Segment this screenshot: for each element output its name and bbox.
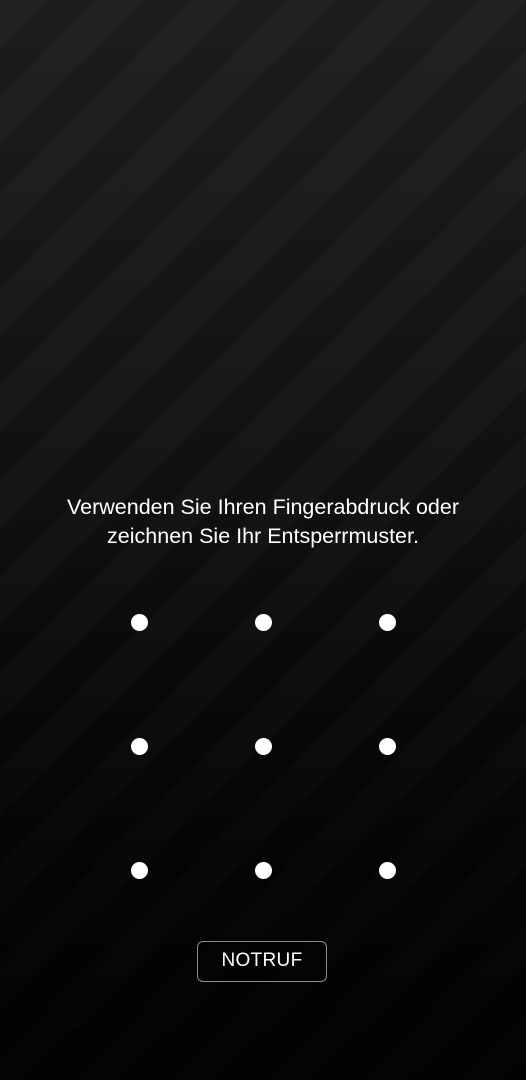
pattern-dot-7[interactable]: [130, 861, 148, 879]
pattern-dot-6[interactable]: [378, 737, 396, 755]
pattern-dot-3[interactable]: [378, 613, 396, 631]
pattern-dot-9[interactable]: [378, 861, 396, 879]
pattern-dot-1[interactable]: [130, 613, 148, 631]
unlock-pattern-grid[interactable]: [77, 560, 449, 932]
pattern-dot-8[interactable]: [254, 861, 272, 879]
emergency-call-button[interactable]: NOTRUF: [197, 941, 327, 982]
pattern-dot-5[interactable]: [254, 737, 272, 755]
unlock-instruction: Verwenden Sie Ihren Fingerabdruck oder z…: [20, 493, 506, 551]
unlock-instruction-line-1: Verwenden Sie Ihren Fingerabdruck oder: [66, 495, 460, 519]
unlock-instruction-line-2: zeichnen Sie Ihr Entsperrmuster.: [107, 524, 419, 548]
lock-screen: Verwenden Sie Ihren Fingerabdruck oder z…: [0, 0, 526, 1080]
pattern-dot-4[interactable]: [130, 737, 148, 755]
pattern-dot-2[interactable]: [254, 613, 272, 631]
